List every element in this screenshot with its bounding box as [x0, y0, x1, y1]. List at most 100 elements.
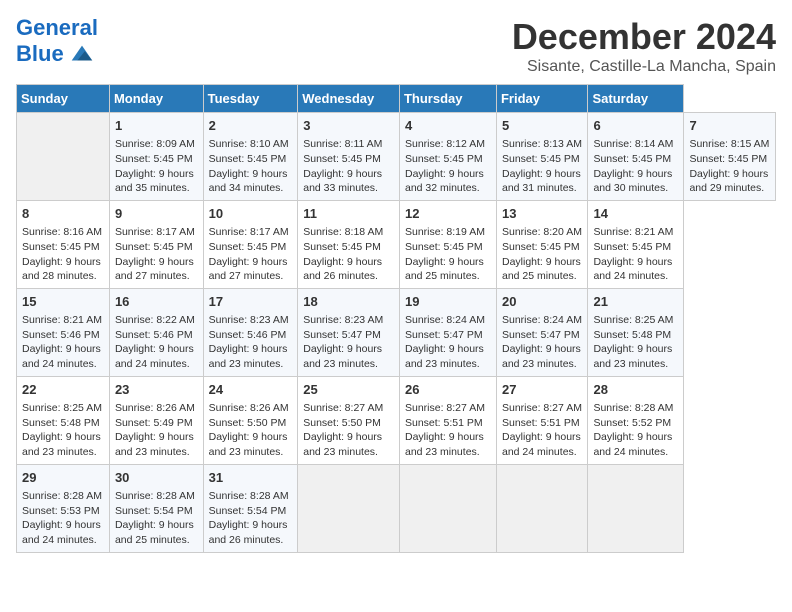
calendar-cell: 19Sunrise: 8:24 AMSunset: 5:47 PMDayligh… — [399, 288, 496, 376]
sunrise-text: Sunrise: 8:27 AM — [303, 401, 394, 416]
day-number: 2 — [209, 117, 293, 135]
calendar-week-4: 22Sunrise: 8:25 AMSunset: 5:48 PMDayligh… — [17, 376, 776, 464]
day-header-tuesday: Tuesday — [203, 85, 298, 113]
sunset-text: Sunset: 5:45 PM — [303, 152, 394, 167]
sunrise-text: Sunrise: 8:24 AM — [502, 313, 582, 328]
sunrise-text: Sunrise: 8:16 AM — [22, 225, 104, 240]
sunset-text: Sunset: 5:50 PM — [303, 416, 394, 431]
day-number: 25 — [303, 381, 394, 399]
day-number: 30 — [115, 469, 198, 487]
sunset-text: Sunset: 5:48 PM — [593, 328, 678, 343]
daylight-text: Daylight: 9 hours and 28 minutes. — [22, 255, 104, 284]
sunset-text: Sunset: 5:46 PM — [209, 328, 293, 343]
sunrise-text: Sunrise: 8:26 AM — [115, 401, 198, 416]
sunset-text: Sunset: 5:45 PM — [502, 152, 582, 167]
daylight-text: Daylight: 9 hours and 26 minutes. — [209, 518, 293, 547]
day-number: 6 — [593, 117, 678, 135]
daylight-text: Daylight: 9 hours and 26 minutes. — [303, 255, 394, 284]
calendar-cell: 18Sunrise: 8:23 AMSunset: 5:47 PMDayligh… — [298, 288, 400, 376]
sunset-text: Sunset: 5:46 PM — [115, 328, 198, 343]
calendar-body: 1Sunrise: 8:09 AMSunset: 5:45 PMDaylight… — [17, 113, 776, 553]
calendar-cell — [399, 464, 496, 552]
sunset-text: Sunset: 5:46 PM — [22, 328, 104, 343]
sunrise-text: Sunrise: 8:10 AM — [209, 137, 293, 152]
daylight-text: Daylight: 9 hours and 24 minutes. — [115, 342, 198, 371]
calendar-cell: 17Sunrise: 8:23 AMSunset: 5:46 PMDayligh… — [203, 288, 298, 376]
daylight-text: Daylight: 9 hours and 29 minutes. — [689, 167, 770, 196]
daylight-text: Daylight: 9 hours and 24 minutes. — [593, 430, 678, 459]
day-number: 13 — [502, 205, 582, 223]
day-number: 4 — [405, 117, 491, 135]
calendar-cell: 2Sunrise: 8:10 AMSunset: 5:45 PMDaylight… — [203, 113, 298, 201]
title-block: December 2024 Sisante, Castille-La Manch… — [512, 16, 776, 76]
sunset-text: Sunset: 5:45 PM — [593, 240, 678, 255]
sunrise-text: Sunrise: 8:28 AM — [115, 489, 198, 504]
sunrise-text: Sunrise: 8:19 AM — [405, 225, 491, 240]
day-number: 10 — [209, 205, 293, 223]
daylight-text: Daylight: 9 hours and 33 minutes. — [303, 167, 394, 196]
sunset-text: Sunset: 5:47 PM — [405, 328, 491, 343]
daylight-text: Daylight: 9 hours and 25 minutes. — [115, 518, 198, 547]
calendar-cell: 10 Sunrise: 8:17 AMSunset: 5:45 PMDayligh… — [203, 200, 298, 288]
day-number: 26 — [405, 381, 491, 399]
calendar-cell: 29Sunrise: 8:28 AMSunset: 5:53 PMDayligh… — [17, 464, 110, 552]
sunrise-text: Sunrise: 8:17 AM — [209, 225, 293, 240]
sunrise-text: Sunrise: 8:23 AM — [303, 313, 394, 328]
sunrise-text: Sunrise: 8:22 AM — [115, 313, 198, 328]
sunset-text: Sunset: 5:45 PM — [115, 240, 198, 255]
sunset-text: Sunset: 5:51 PM — [405, 416, 491, 431]
sunset-text: Sunset: 5:53 PM — [22, 504, 104, 519]
calendar-cell: 20Sunrise: 8:24 AMSunset: 5:47 PMDayligh… — [496, 288, 587, 376]
day-number: 29 — [22, 469, 104, 487]
daylight-text: Daylight: 9 hours and 23 minutes. — [303, 342, 394, 371]
day-number: 28 — [593, 381, 678, 399]
daylight-text: Daylight: 9 hours and 25 minutes. — [405, 255, 491, 284]
day-number: 23 — [115, 381, 198, 399]
sunrise-text: Sunrise: 8:28 AM — [593, 401, 678, 416]
sunrise-text: Sunrise: 8:27 AM — [502, 401, 582, 416]
calendar-cell: 6Sunrise: 8:14 AMSunset: 5:45 PMDaylight… — [588, 113, 684, 201]
sunset-text: Sunset: 5:54 PM — [115, 504, 198, 519]
sunset-text: Sunset: 5:45 PM — [303, 240, 394, 255]
sunrise-text: Sunrise: 8:24 AM — [405, 313, 491, 328]
sunset-text: Sunset: 5:51 PM — [502, 416, 582, 431]
day-number: 20 — [502, 293, 582, 311]
day-header-wednesday: Wednesday — [298, 85, 400, 113]
location: Sisante, Castille-La Mancha, Spain — [512, 58, 776, 76]
day-number: 15 — [22, 293, 104, 311]
calendar-cell: 11Sunrise: 8:18 AMSunset: 5:45 PMDayligh… — [298, 200, 400, 288]
sunrise-text: Sunrise: 8:20 AM — [502, 225, 582, 240]
calendar-cell: 24Sunrise: 8:26 AMSunset: 5:50 PMDayligh… — [203, 376, 298, 464]
calendar-cell: 16Sunrise: 8:22 AMSunset: 5:46 PMDayligh… — [109, 288, 203, 376]
sunset-text: Sunset: 5:45 PM — [209, 240, 293, 255]
daylight-text: Daylight: 9 hours and 23 minutes. — [209, 430, 293, 459]
sunrise-text: Sunrise: 8:13 AM — [502, 137, 582, 152]
day-number: 19 — [405, 293, 491, 311]
daylight-text: Daylight: 9 hours and 30 minutes. — [593, 167, 678, 196]
daylight-text: Daylight: 9 hours and 24 minutes. — [22, 342, 104, 371]
sunset-text: Sunset: 5:49 PM — [115, 416, 198, 431]
calendar-header: SundayMondayTuesdayWednesdayThursdayFrid… — [17, 85, 776, 113]
calendar-week-2: 8Sunrise: 8:16 AMSunset: 5:45 PMDaylight… — [17, 200, 776, 288]
daylight-text: Daylight: 9 hours and 27 minutes. — [115, 255, 198, 284]
day-number: 27 — [502, 381, 582, 399]
day-number: 18 — [303, 293, 394, 311]
calendar-cell: 31Sunrise: 8:28 AMSunset: 5:54 PMDayligh… — [203, 464, 298, 552]
sunrise-text: Sunrise: 8:28 AM — [209, 489, 293, 504]
calendar-cell: 7Sunrise: 8:15 AMSunset: 5:45 PMDaylight… — [684, 113, 776, 201]
daylight-text: Daylight: 9 hours and 34 minutes. — [209, 167, 293, 196]
daylight-text: Daylight: 9 hours and 32 minutes. — [405, 167, 491, 196]
calendar-cell: 13Sunrise: 8:20 AMSunset: 5:45 PMDayligh… — [496, 200, 587, 288]
daylight-text: Daylight: 9 hours and 27 minutes. — [209, 255, 293, 284]
sunrise-text: Sunrise: 8:25 AM — [22, 401, 104, 416]
daylight-text: Daylight: 9 hours and 31 minutes. — [502, 167, 582, 196]
sunset-text: Sunset: 5:45 PM — [689, 152, 770, 167]
calendar-week-1: 1Sunrise: 8:09 AMSunset: 5:45 PMDaylight… — [17, 113, 776, 201]
day-header-friday: Friday — [496, 85, 587, 113]
calendar-cell: 15Sunrise: 8:21 AMSunset: 5:46 PMDayligh… — [17, 288, 110, 376]
daylight-text: Daylight: 9 hours and 23 minutes. — [405, 430, 491, 459]
day-number: 24 — [209, 381, 293, 399]
sunrise-text: Sunrise: 8:18 AM — [303, 225, 394, 240]
day-number: 22 — [22, 381, 104, 399]
calendar-table: SundayMondayTuesdayWednesdayThursdayFrid… — [16, 84, 776, 553]
